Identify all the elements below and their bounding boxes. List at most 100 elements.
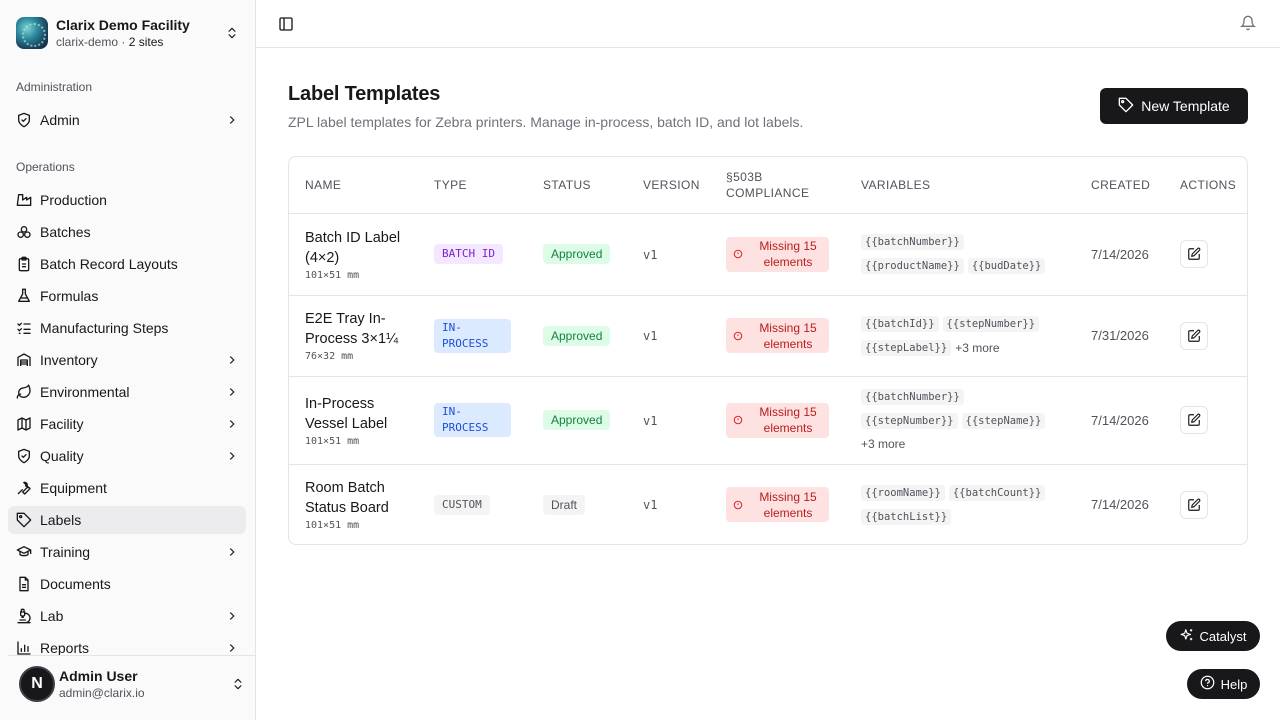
shield-check-icon xyxy=(16,448,32,464)
org-slug: clarix-demo xyxy=(56,34,119,49)
sidebar-item-batches[interactable]: Batches xyxy=(8,218,246,246)
help-button[interactable]: Help xyxy=(1187,669,1260,699)
sidebar-item-label: Batch Record Layouts xyxy=(40,256,178,272)
created-date: 7/14/2026 xyxy=(1091,412,1149,428)
version: v1 xyxy=(643,329,658,343)
type-badge: BATCH ID xyxy=(434,244,503,264)
edit-button[interactable] xyxy=(1180,240,1208,268)
user-name: Admin User xyxy=(59,667,138,684)
alert-circle-icon xyxy=(733,500,743,510)
sidebar-item-admin[interactable]: Admin xyxy=(8,106,246,134)
edit-icon xyxy=(1188,498,1201,511)
map-icon xyxy=(16,416,32,432)
table-row[interactable]: In-Process Vessel Label 101×51 mm IN-PROC… xyxy=(289,376,1247,465)
sidebar-item-equipment[interactable]: Equipment xyxy=(8,474,246,502)
status-badge: Approved xyxy=(543,325,611,346)
bell-icon[interactable] xyxy=(1239,15,1257,31)
version: v1 xyxy=(643,247,658,262)
edit-button[interactable] xyxy=(1180,406,1208,434)
shield-check-icon xyxy=(16,112,32,128)
compliance-badge: Missing 15 elements xyxy=(726,236,829,272)
variable-chip: {{stepNumber}} xyxy=(942,315,1040,332)
more-variables-link[interactable]: +3 more xyxy=(955,341,999,355)
new-template-label: New Template xyxy=(1141,98,1230,114)
compliance-text: Missing 15 elements xyxy=(759,489,817,520)
template-size: 101×51 mm xyxy=(305,269,360,281)
sidebar-item-label: Environmental xyxy=(40,384,130,400)
chevrons-up-down-icon xyxy=(230,676,246,692)
template-size: 101×51 mm xyxy=(305,520,360,532)
alert-circle-icon xyxy=(733,249,743,259)
template-name: Batch ID Label (4×2) xyxy=(305,229,401,266)
sidebar-item-inventory[interactable]: Inventory xyxy=(8,346,246,374)
table-row[interactable]: Room Batch Status Board 101×51 mm CUSTOM … xyxy=(289,464,1247,544)
edit-button[interactable] xyxy=(1180,321,1208,350)
new-template-button[interactable]: New Template xyxy=(1100,88,1248,124)
variable-chip: {{batchCount}} xyxy=(948,484,1046,501)
more-variables-link[interactable]: +3 more xyxy=(861,437,905,451)
compliance-text: Missing 15 elements xyxy=(759,405,817,435)
sidebar-toggle-icon[interactable] xyxy=(278,16,294,32)
sidebar-item-label: Formulas xyxy=(40,288,99,304)
user-text: Admin User admin@clarix.io xyxy=(59,668,230,701)
tag-icon xyxy=(16,512,32,528)
file-text-icon xyxy=(16,576,32,592)
list-checks-icon xyxy=(16,320,32,336)
topbar xyxy=(256,0,1280,48)
sidebar-item-lab[interactable]: Lab xyxy=(8,602,246,630)
table-row[interactable]: Batch ID Label (4×2) 101×51 mm BATCH ID A… xyxy=(289,213,1247,296)
section-administration: Administration xyxy=(16,80,93,94)
variables-list: {{batchNumber}} {{productName}} {{budDat… xyxy=(861,234,1066,274)
created-date: 7/14/2026 xyxy=(1091,497,1149,513)
status-badge: Draft xyxy=(543,494,586,515)
sidebar-item-label: Training xyxy=(40,544,91,560)
sidebar-item-label: Admin xyxy=(40,112,80,128)
sidebar-item-facility[interactable]: Facility xyxy=(8,410,246,438)
sidebar-item-training[interactable]: Training xyxy=(8,538,246,566)
variable-chip: {{batchNumber}} xyxy=(861,234,964,250)
page-title: Label Templates xyxy=(288,83,441,105)
table-row[interactable]: E2E Tray In-Process 3×1¼ 76×32 mm IN-PROC… xyxy=(289,295,1247,377)
sidebar-item-quality[interactable]: Quality xyxy=(8,442,246,470)
leaf-icon xyxy=(16,384,32,400)
templates-table: Name Type Status Version §503B Complianc… xyxy=(288,156,1248,545)
sidebar-item-labels[interactable]: Labels xyxy=(8,506,246,534)
sidebar-item-documents[interactable]: Documents xyxy=(8,570,246,598)
edit-button[interactable] xyxy=(1180,490,1208,519)
user-menu[interactable]: N Admin User admin@clarix.io xyxy=(16,664,246,704)
column-header-variables: Variables xyxy=(845,157,1075,214)
user-email: admin@clarix.io xyxy=(59,685,145,700)
variable-chip: {{batchList}} xyxy=(861,508,952,525)
created-date: 7/14/2026 xyxy=(1091,246,1149,262)
chevron-right-icon xyxy=(224,640,240,656)
boxes-icon xyxy=(16,224,32,240)
column-header-type: Type xyxy=(418,157,527,214)
template-name: Room Batch Status Board xyxy=(305,480,389,517)
flask-icon xyxy=(16,288,32,304)
compliance-badge: Missing 15 elements xyxy=(726,402,829,438)
sidebar-item-formulas[interactable]: Formulas xyxy=(8,282,246,310)
sidebar-item-production[interactable]: Production xyxy=(8,186,246,214)
variable-chip: {{stepLabel}} xyxy=(861,339,952,356)
sidebar-item-manufacturing-steps[interactable]: Manufacturing Steps xyxy=(8,314,246,342)
sidebar-item-reports[interactable]: Reports xyxy=(8,634,246,662)
variables-list: {{roomName}} {{batchCount}} {{batchList}… xyxy=(861,484,1066,525)
variables-list: {{batchNumber}} {{stepNumber}} {{stepNam… xyxy=(861,389,1061,451)
column-header-version: Version xyxy=(627,157,710,214)
catalyst-button[interactable]: Catalyst xyxy=(1166,621,1260,651)
sidebar-item-label: Facility xyxy=(40,416,84,432)
sidebar-item-label: Labels xyxy=(40,512,82,528)
template-size: 76×32 mm xyxy=(305,351,354,362)
template-size: 101×51 mm xyxy=(305,435,360,447)
edit-icon xyxy=(1188,413,1201,426)
help-circle-icon xyxy=(1200,675,1215,693)
alert-circle-icon xyxy=(733,331,743,340)
chevron-right-icon xyxy=(224,112,240,128)
edit-icon xyxy=(1188,329,1201,342)
org-separator: · xyxy=(118,34,129,49)
factory-icon xyxy=(16,192,32,208)
sidebar-item-batch-record-layouts[interactable]: Batch Record Layouts xyxy=(8,250,246,278)
org-switcher[interactable]: Clarix Demo Facility clarix-demo · 2 sit… xyxy=(16,16,240,50)
sidebar-item-environmental[interactable]: Environmental xyxy=(8,378,246,406)
help-label: Help xyxy=(1220,676,1248,692)
